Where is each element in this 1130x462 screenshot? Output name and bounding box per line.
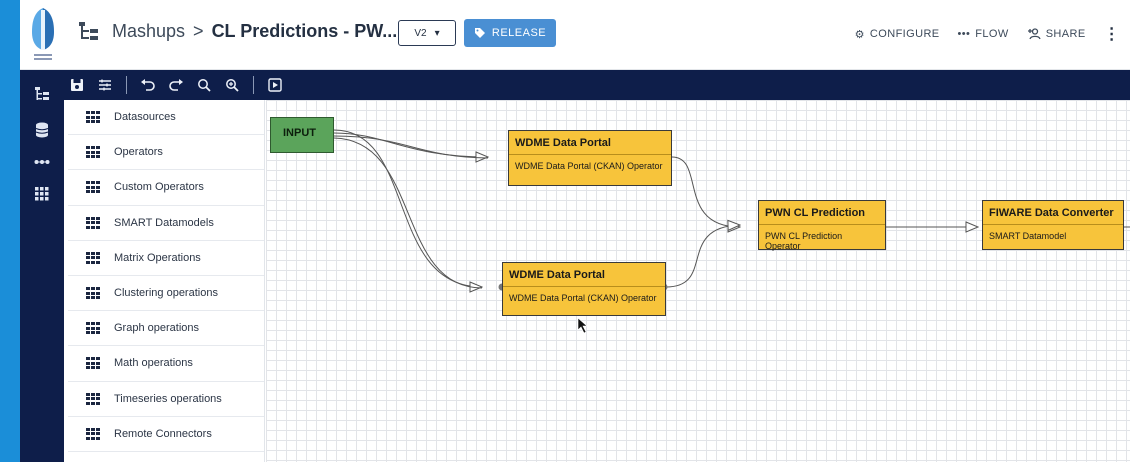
app-header: Mashups > CL Predictions - PW... V2 ▾ RE… — [20, 0, 1130, 70]
node-title: FIWARE Data Converter — [983, 201, 1123, 225]
input-node[interactable]: INPUT — [270, 117, 334, 153]
edge-input-wdme-bottom — [333, 129, 482, 287]
node-subtitle: WDME Data Portal (CKAN) Operator — [515, 161, 663, 171]
palette-item-datasources[interactable]: Datasources — [68, 100, 264, 136]
flow-canvas[interactable]: INPUT WDME Data Portal WDME Data Portal … — [266, 100, 1130, 462]
database-icon[interactable] — [32, 120, 52, 140]
app-logo[interactable] — [28, 6, 58, 62]
grid-icon — [86, 427, 100, 440]
gear-icon: ⚙ — [854, 28, 865, 41]
palette-item-smart-datamodels[interactable]: SMART Datamodels — [68, 206, 264, 241]
palette-item-label: Timeseries operations — [114, 392, 222, 405]
breadcrumb-root[interactable]: Mashups — [112, 21, 185, 42]
palette-item-label: SMART Datamodels — [114, 216, 214, 229]
palette-item-label: Clustering operations — [114, 287, 218, 300]
breadcrumb: Mashups > CL Predictions - PW... — [78, 20, 397, 42]
tag-icon — [474, 28, 485, 38]
palette-item-remote-connectors[interactable]: Remote Connectors — [68, 417, 264, 452]
editor-toolbar — [64, 70, 1130, 100]
input-node-label: INPUT — [283, 127, 316, 139]
grid-icon — [86, 111, 100, 124]
flow-edges — [333, 129, 1130, 334]
palette-item-math-operations[interactable]: Math operations — [68, 346, 264, 382]
palette-item-matrix-operations[interactable]: Matrix Operations — [68, 241, 264, 276]
palette-item-timeseries-operations[interactable]: Timeseries operations — [68, 382, 264, 417]
page-title: CL Predictions - PW... — [211, 20, 398, 41]
run-icon[interactable] — [266, 76, 284, 94]
palette-item-label: Graph operations — [114, 322, 199, 335]
palette-item-label: Math operations — [114, 357, 193, 370]
undo-icon[interactable] — [139, 76, 157, 94]
palette-item-label: Datasources — [114, 111, 176, 124]
palette-item-operators[interactable]: Operators — [68, 135, 264, 171]
toolbar-divider — [126, 76, 127, 94]
grid-icon — [86, 181, 100, 194]
header-actions: ⚙ CONFIGURE ••• FLOW SHARE ⋮ — [855, 24, 1120, 44]
palette-item-label: Matrix Operations — [114, 251, 201, 264]
share-button[interactable]: SHARE — [1027, 28, 1086, 40]
node-title: WDME Data Portal — [509, 131, 671, 155]
palette-item-clustering-operations[interactable]: Clustering operations — [68, 276, 264, 312]
mashup-tree-icon — [79, 22, 98, 40]
edge-wdme-top-pwn — [671, 156, 740, 227]
zoom-in-icon[interactable] — [223, 76, 241, 94]
version-select[interactable]: V2 ▾ — [398, 20, 456, 46]
operator-node-wdme-bottom[interactable]: WDME Data Portal WDME Data Portal (CKAN)… — [502, 262, 666, 316]
grid-icon — [86, 216, 100, 229]
node-title: PWN CL Prediction — [759, 201, 885, 225]
node-subtitle: SMART Datamodel — [989, 231, 1067, 241]
grid-icon — [86, 251, 100, 264]
app-window: Mashups > CL Predictions - PW... V2 ▾ RE… — [20, 0, 1130, 462]
flow-label: FLOW — [975, 28, 1009, 40]
tree-nav-icon[interactable] — [32, 84, 52, 104]
share-label: SHARE — [1045, 28, 1086, 40]
grid-icon — [86, 357, 100, 370]
operator-node-pwn-cl-prediction[interactable]: PWN CL Prediction PWN CL Prediction Oper… — [758, 200, 886, 251]
grid-icon — [86, 392, 100, 405]
palette-item-label: Operators — [114, 146, 163, 159]
add-person-icon — [1027, 28, 1041, 40]
grid-icon — [86, 146, 100, 159]
more-menu-icon[interactable]: ⋮ — [1104, 24, 1120, 44]
flow-button[interactable]: ••• FLOW — [958, 28, 1009, 40]
zoom-out-icon[interactable] — [195, 76, 213, 94]
redo-icon[interactable] — [167, 76, 185, 94]
breadcrumb-separator: > — [193, 20, 204, 41]
apps-grid-icon[interactable] — [32, 184, 52, 204]
edge-wdme-bottom-pwn — [665, 225, 740, 288]
release-button[interactable]: RELEASE — [464, 19, 556, 47]
node-title: WDME Data Portal — [503, 263, 665, 287]
mouse-cursor-icon — [577, 317, 588, 334]
configure-label: CONFIGURE — [869, 28, 940, 40]
operator-node-wdme-top[interactable]: WDME Data Portal WDME Data Portal (CKAN)… — [508, 130, 672, 186]
save-icon[interactable] — [68, 76, 86, 94]
version-value: V2 — [414, 27, 427, 39]
palette-item-graph-operations[interactable]: Graph operations — [68, 311, 264, 347]
grid-icon — [86, 287, 100, 300]
release-label: RELEASE — [491, 27, 547, 39]
operator-palette: Datasources Operators Custom Operators S… — [68, 100, 265, 462]
palette-item-custom-operators[interactable]: Custom Operators — [68, 170, 264, 206]
caret-down-icon: ▾ — [434, 27, 440, 39]
left-navigation — [20, 70, 64, 462]
sliders-icon[interactable] — [96, 76, 114, 94]
palette-item-label: Custom Operators — [114, 181, 204, 194]
configure-button[interactable]: ⚙ CONFIGURE — [855, 28, 940, 41]
grid-icon — [86, 322, 100, 335]
operator-node-fiware-data-converter[interactable]: FIWARE Data Converter SMART Datamodel — [982, 200, 1124, 250]
flow-icon: ••• — [957, 28, 971, 40]
flow-nav-icon[interactable] — [32, 152, 52, 172]
node-subtitle: WDME Data Portal (CKAN) Operator — [509, 293, 657, 303]
palette-item-label: Remote Connectors — [114, 427, 212, 440]
toolbar-divider — [253, 76, 254, 94]
node-subtitle: PWN CL Prediction Operator — [765, 231, 843, 251]
